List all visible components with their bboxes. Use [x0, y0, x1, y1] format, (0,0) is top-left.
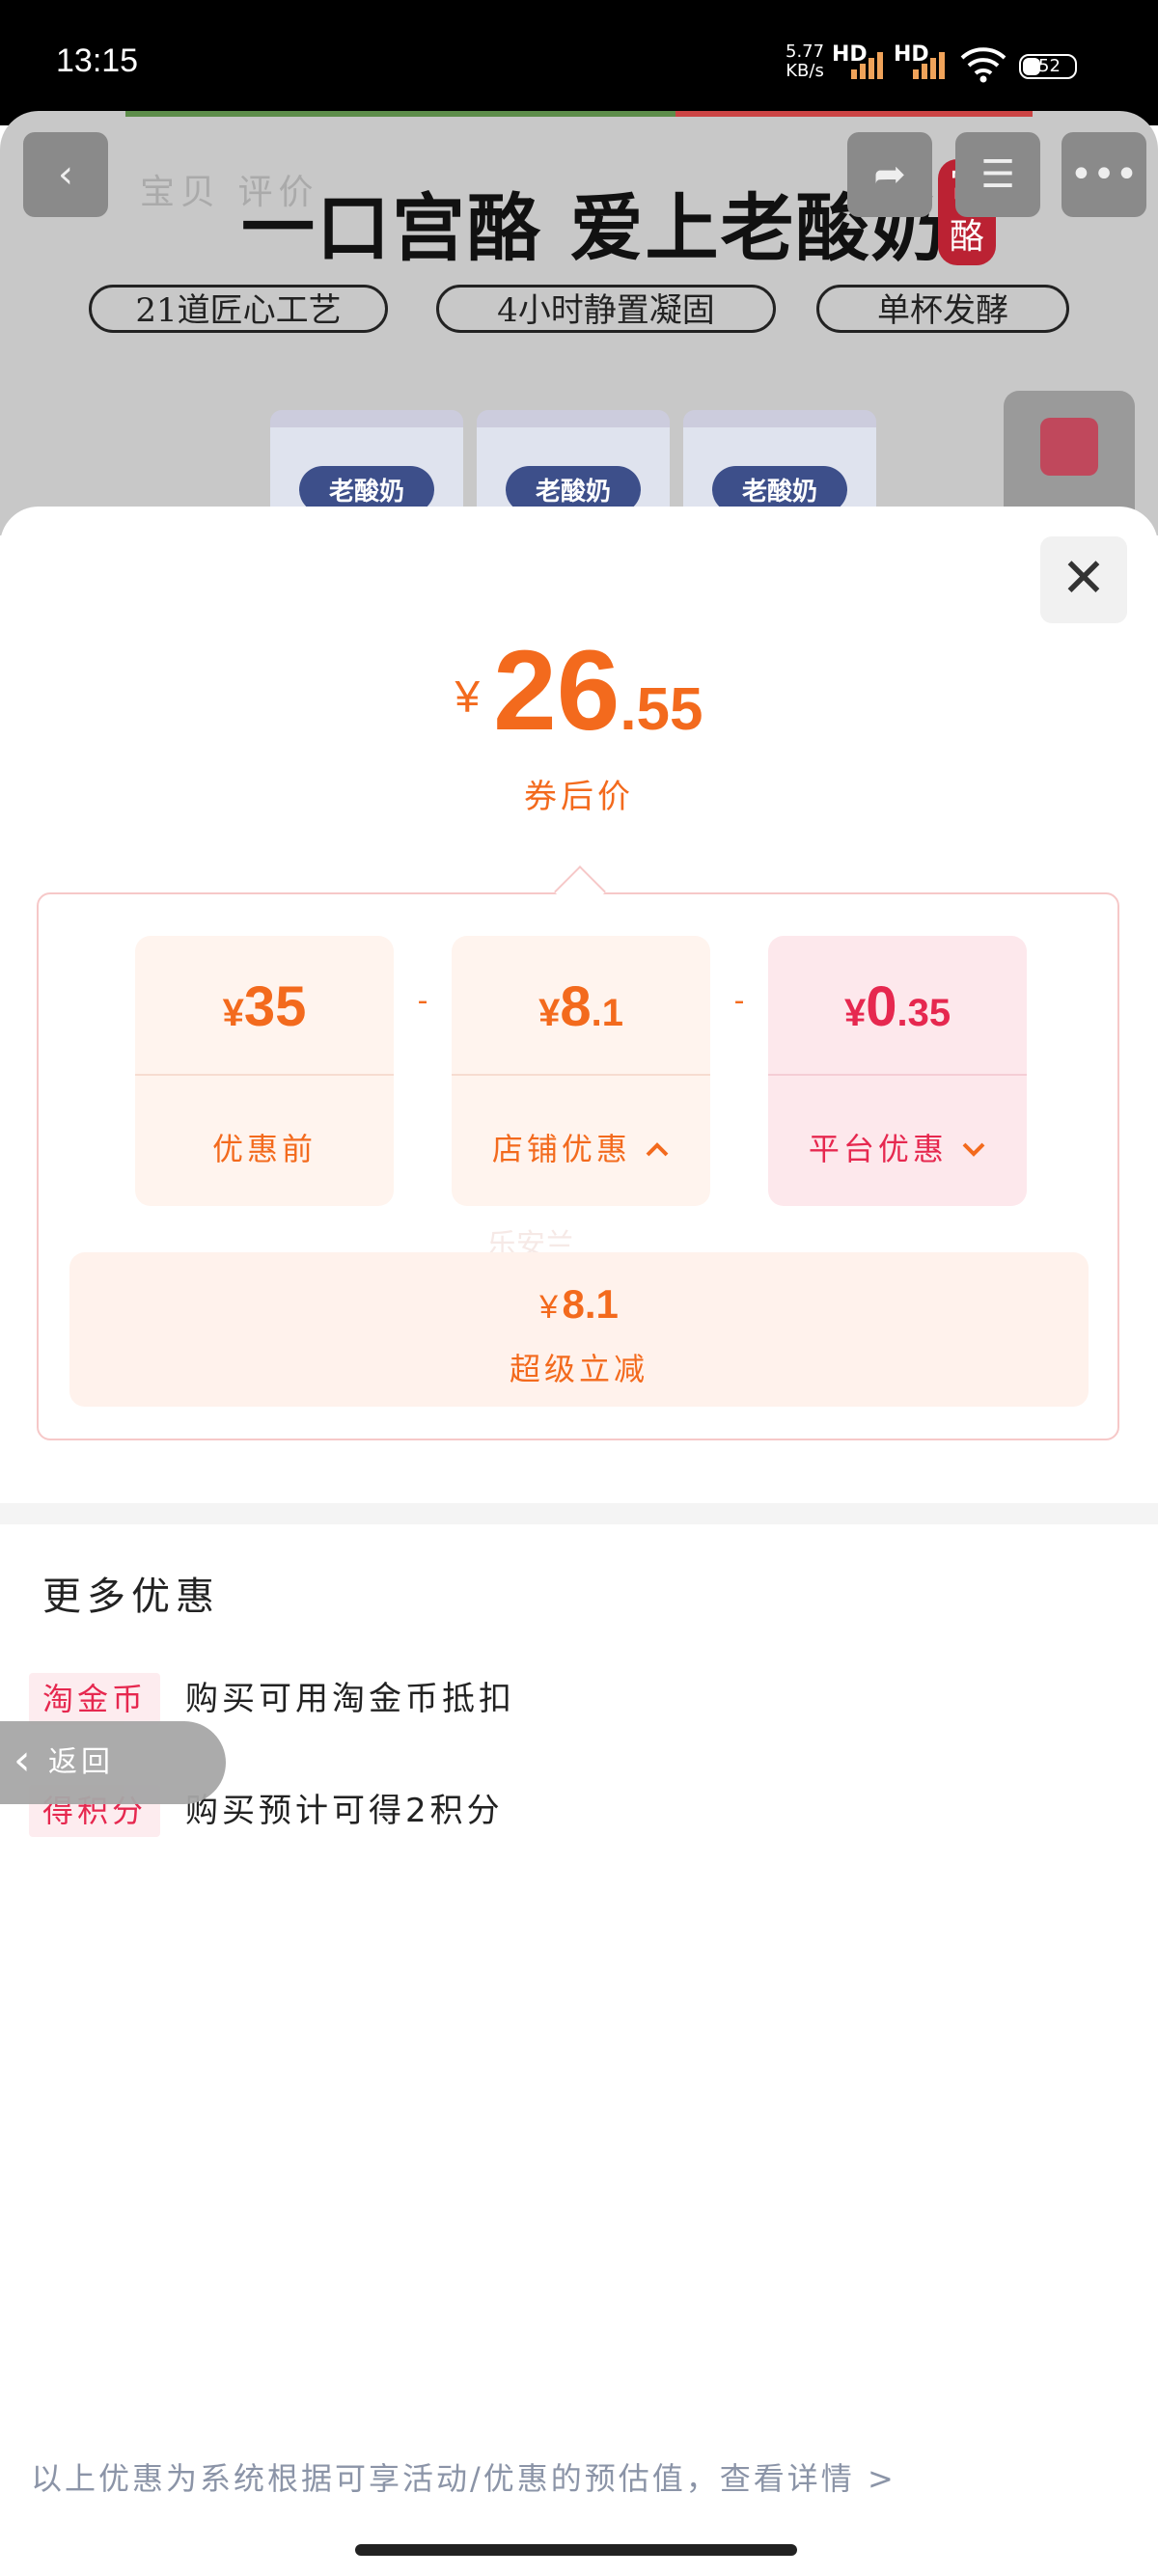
final-price: ¥26.55	[0, 625, 1158, 756]
chevron-left-icon: ‹	[14, 1736, 31, 1785]
network-speed-unit: KB/s	[786, 61, 824, 81]
platform-discount-label: 平台优惠	[808, 1131, 948, 1167]
back-button[interactable]: ‹	[23, 132, 108, 217]
battery-level: 52	[1038, 56, 1061, 76]
more-button[interactable]: •••	[1062, 132, 1146, 217]
chart-icon	[1040, 418, 1098, 476]
offer-text-points: 购买预计可得2积分	[185, 1792, 504, 1830]
more-dots-icon: •••	[1069, 152, 1139, 197]
close-button[interactable]: ✕	[1040, 536, 1127, 623]
feature-pill-1: 21道匠心工艺	[89, 285, 388, 333]
minus-sign-2: -	[733, 984, 745, 1018]
status-time: 13:15	[56, 42, 139, 79]
product-headline: 一口宫酪 爱上老酸奶	[241, 185, 947, 271]
price-label: 券后价	[524, 778, 634, 816]
offer-row-coins: 淘金币 购买可用淘金币抵扣	[29, 1673, 511, 1725]
section-divider	[0, 1503, 1158, 1524]
signal-icon-2	[913, 50, 948, 79]
super-reduction-label: 超级立减	[509, 1351, 648, 1387]
shop-discount-card[interactable]: ¥8.1 店铺优惠	[452, 936, 710, 1206]
platform-discount-card[interactable]: ¥0.35 平台优惠	[768, 936, 1027, 1206]
shop-discount-value: 8	[560, 975, 592, 1038]
cart-button[interactable]: ☰	[955, 132, 1040, 217]
price-decimal: .55	[620, 676, 703, 743]
original-price-label: 优惠前	[211, 1131, 317, 1167]
chevron-up-icon	[646, 1142, 669, 1157]
chevron-left-icon: ‹	[58, 152, 73, 197]
shop-discount-label: 店铺优惠	[491, 1131, 631, 1167]
cart-icon: ☰	[980, 152, 1015, 197]
platform-discount-value: 0	[866, 975, 897, 1038]
more-offers-title: 更多优惠	[42, 1575, 220, 1619]
wifi-icon	[960, 47, 1006, 83]
share-button[interactable]: ➦	[847, 132, 932, 217]
feature-pill-2: 4小时静置凝固	[436, 285, 776, 333]
original-price-value: 35	[243, 975, 307, 1038]
close-icon: ✕	[1061, 547, 1107, 610]
price-currency: ¥	[455, 671, 481, 722]
estimate-details-link[interactable]: 以上优惠为系统根据可享活动/优惠的预估值，查看详情 >	[31, 2454, 896, 2499]
super-reduction-value: 8.1	[562, 1281, 619, 1327]
feature-pill-3: 单杯发酵	[816, 285, 1069, 333]
product-page-background: ‹ 宝贝 评价 一口宫酪 爱上老酸奶 宫酪 ➦ ☰ ••• 21道匠心工艺 4小…	[0, 111, 1158, 535]
side-float-button[interactable]	[1004, 391, 1135, 526]
chevron-down-icon	[962, 1142, 985, 1157]
network-speed-value: 5.77	[786, 41, 825, 62]
minus-sign-1: -	[417, 984, 428, 1018]
status-bar: 13:15 5.77 KB/s HD HD 52	[0, 0, 1158, 125]
battery-icon: 52	[1019, 54, 1077, 79]
signal-icon	[851, 50, 886, 79]
share-icon: ➦	[873, 152, 906, 197]
offer-text-coins: 购买可用淘金币抵扣	[185, 1680, 515, 1718]
price-integer: 26	[493, 627, 620, 754]
floating-back-label: 返回	[48, 1745, 114, 1779]
original-price-card: ¥35 优惠前	[135, 936, 394, 1206]
home-indicator[interactable]	[355, 2544, 797, 2556]
super-reduction-card: ¥ 8.1 超级立减	[69, 1252, 1089, 1407]
floating-back-button[interactable]: ‹ 返回	[0, 1721, 226, 1804]
network-speed: 5.77 KB/s	[786, 42, 824, 81]
offer-tag-coins: 淘金币	[29, 1673, 161, 1725]
